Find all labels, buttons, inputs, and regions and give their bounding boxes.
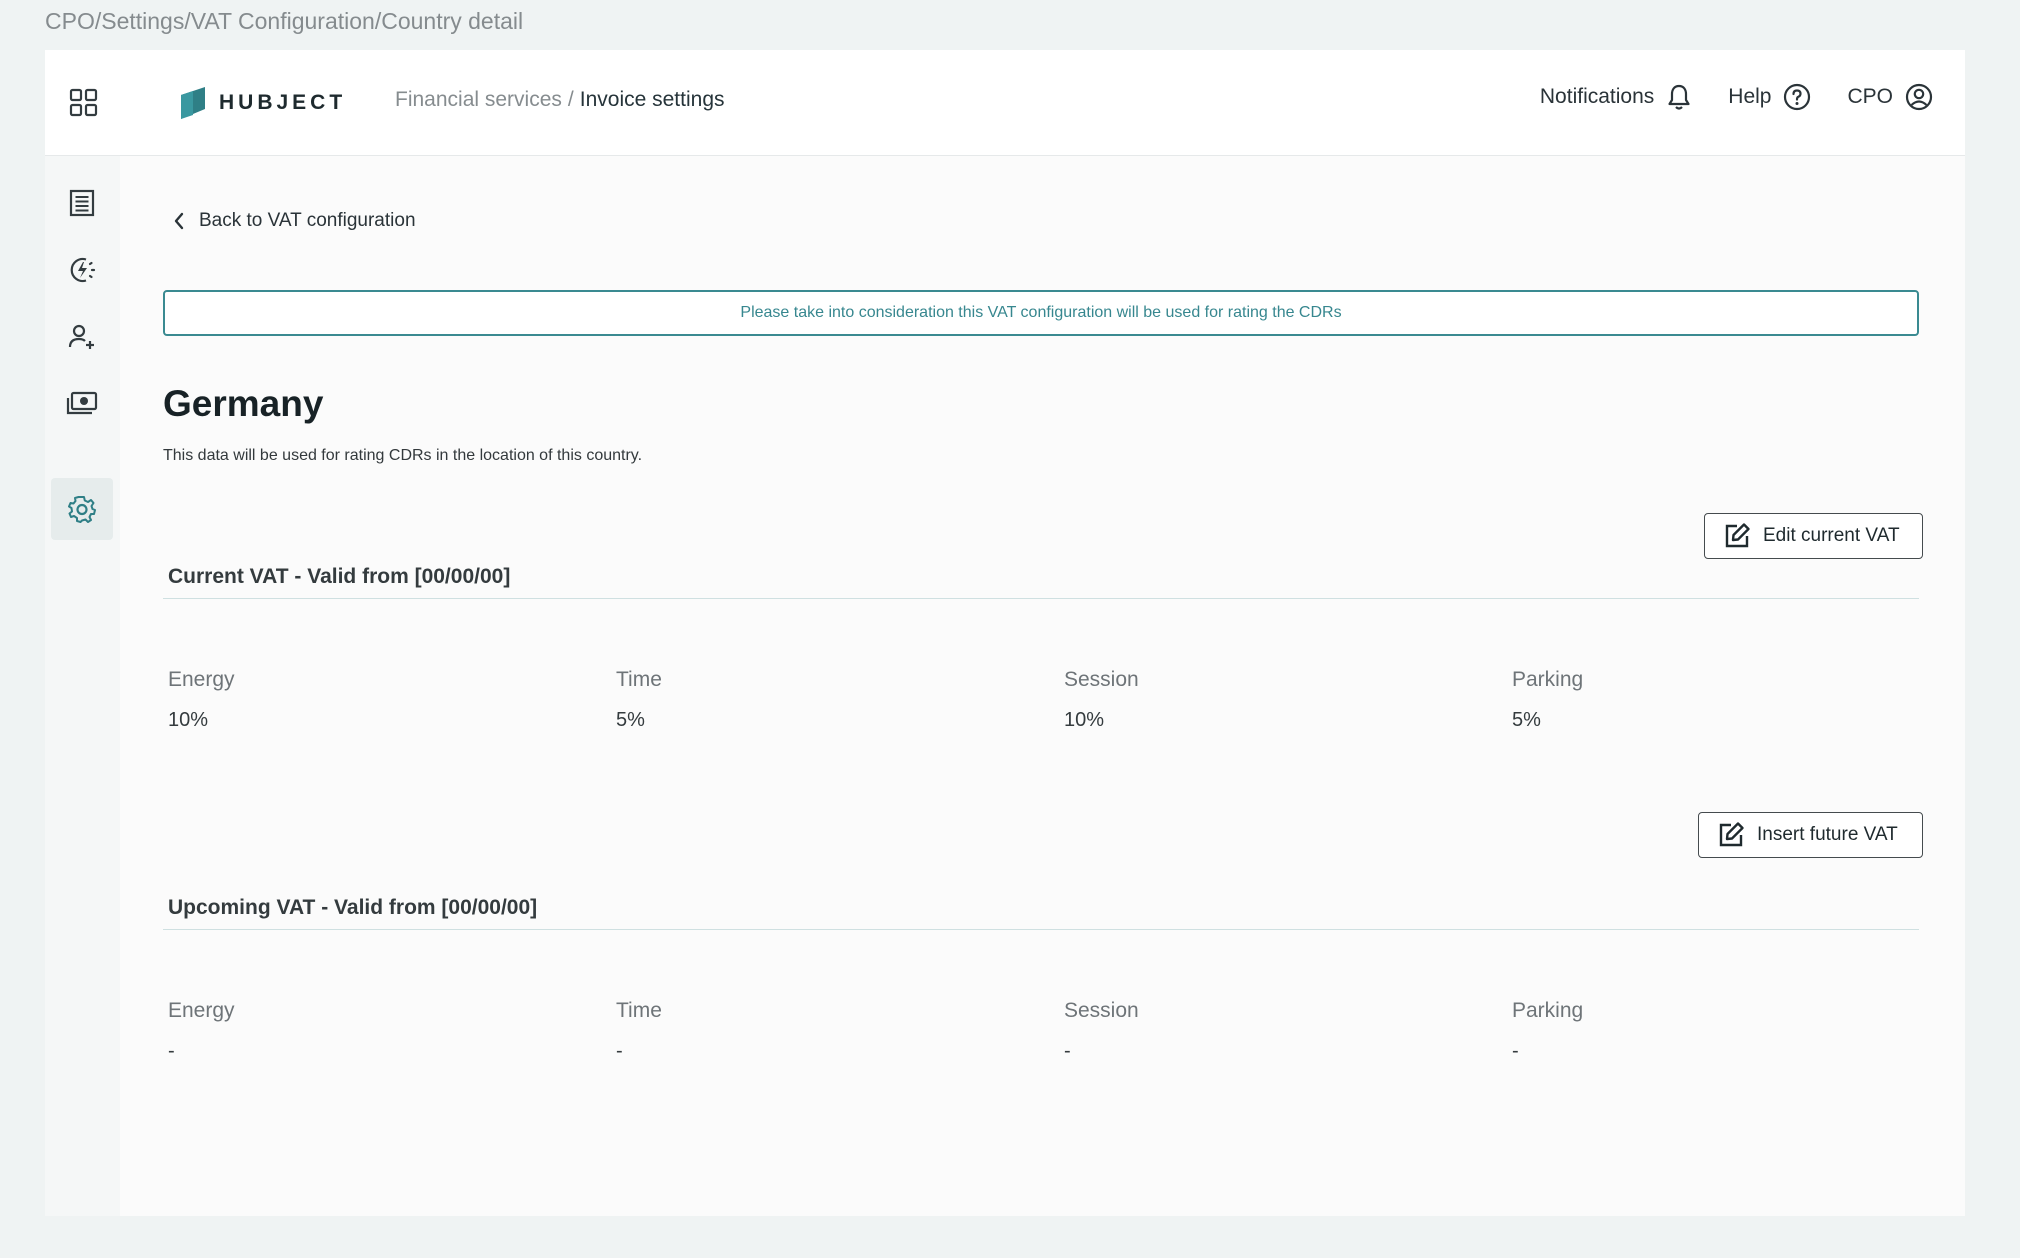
vat-label: Energy [168,999,235,1022]
upcoming-vat-title: Upcoming VAT - Valid from [00/00/00] [168,896,538,919]
current-vat-parking: Parking 5% [1512,668,1932,732]
back-link[interactable]: Back to VAT configuration [173,210,416,232]
insert-future-vat-label: Insert future VAT [1757,824,1898,845]
bell-icon [1668,84,1690,110]
vat-label: Parking [1512,668,1584,691]
sidebar-item-charging[interactable] [51,239,113,301]
current-vat-energy: Energy 10% [168,668,588,732]
insert-future-vat-button[interactable]: Insert future VAT [1698,812,1923,858]
edit-current-vat-button[interactable]: Edit current VAT [1704,513,1923,559]
sidebar-item-users[interactable] [51,306,113,368]
notifications-button[interactable]: Notifications [1540,83,1692,111]
page-description: This data will be used for rating CDRs i… [163,447,643,464]
vat-label: Energy [168,668,235,691]
upcoming-vat-session: Session - [1064,999,1484,1063]
breadcrumb-separator: / [567,88,574,111]
upcoming-vat-divider [163,929,1919,930]
breadcrumb: Financial services / Invoice settings [395,88,725,112]
vat-label: Session [1064,668,1139,691]
gear-icon [68,496,96,523]
user-menu-button[interactable]: CPO [1847,83,1933,111]
charging-icon [70,257,96,283]
edit-icon [1725,523,1750,548]
top-header: HUBJECT Financial services / Invoice setti… [45,50,1965,156]
frame-title: CPO/Settings/VAT Configuration/Country d… [45,8,524,34]
sidebar-item-settings[interactable] [51,478,113,540]
upcoming-vat-parking: Parking - [1512,999,1932,1063]
logo-mark-icon [181,87,205,119]
current-vat-title: Current VAT - Valid from [00/00/00] [168,565,511,588]
vat-value: - [1512,1040,1519,1062]
edit-current-vat-label: Edit current VAT [1763,525,1900,546]
vat-value: 5% [616,709,645,731]
upcoming-vat-time: Time - [616,999,1036,1063]
info-banner: Please take into consideration this VAT … [163,290,1919,336]
help-button[interactable]: Help [1728,83,1811,111]
vat-value: 5% [1512,709,1541,731]
app-grid-icon[interactable] [69,88,99,118]
page-title: Germany [163,383,324,424]
sidebar-item-documents[interactable] [51,172,113,234]
vat-value: - [168,1040,175,1062]
sidebar [45,156,120,1216]
user-avatar-icon [1905,83,1933,111]
list-icon [69,189,95,217]
money-icon [66,391,98,415]
hubject-logo[interactable]: HUBJECT [177,85,346,121]
vat-label: Time [616,999,662,1022]
current-vat-session: Session 10% [1064,668,1484,732]
vat-value: 10% [168,709,209,731]
help-label: Help [1728,85,1772,108]
current-vat-divider [163,598,1919,599]
vat-value: 10% [1064,709,1105,731]
logo-text: HUBJECT [219,91,347,114]
vat-value: - [616,1040,623,1062]
vat-value: - [1064,1040,1071,1062]
vat-label: Time [616,668,662,691]
edit-icon [1719,822,1744,847]
vat-label: Session [1064,999,1139,1022]
add-user-icon [68,324,94,349]
breadcrumb-financial-services[interactable]: Financial services [395,88,562,111]
breadcrumb-invoice-settings: Invoice settings [579,88,725,111]
chevron-left-icon [174,212,184,230]
vat-label: Parking [1512,999,1584,1022]
app-window: HUBJECT Financial services / Invoice setti… [45,50,1965,1216]
current-vat-time: Time 5% [616,668,1036,732]
notifications-label: Notifications [1539,85,1655,108]
help-icon [1784,83,1811,111]
sidebar-item-finance[interactable] [51,372,113,434]
back-link-label: Back to VAT configuration [199,210,416,231]
upcoming-vat-energy: Energy - [168,999,588,1063]
header-actions: Notifications Help CPO [1504,83,1933,111]
user-label: CPO [1847,85,1893,108]
